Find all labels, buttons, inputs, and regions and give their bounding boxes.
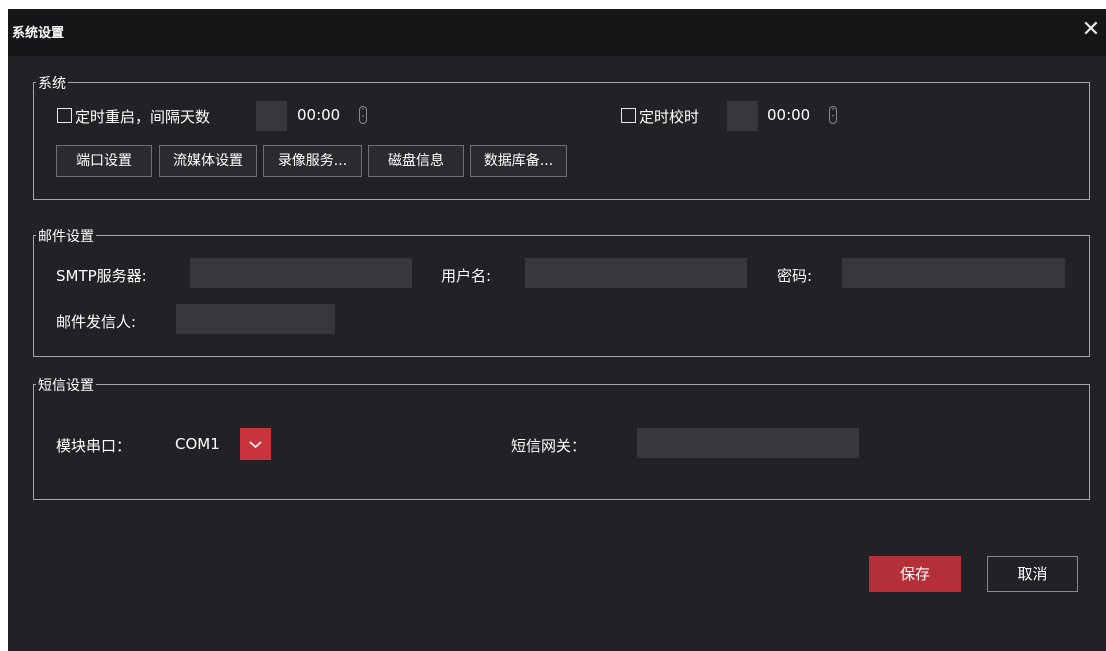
mail-legend: 邮件设置 [36, 226, 96, 246]
sms-gateway-label: 短信网关： [511, 437, 587, 455]
username-label: 用户名: [441, 267, 492, 285]
smtp-label: SMTP服务器: [56, 267, 147, 285]
password-input[interactable] [842, 258, 1065, 288]
cancel-button[interactable]: 取消 [987, 556, 1078, 592]
title-bar: 系统设置 ✕ [8, 9, 1106, 56]
mail-group: 邮件设置 [33, 226, 1090, 357]
sender-input[interactable] [176, 304, 335, 334]
reboot-label: 定时重启，间隔天数 [75, 108, 211, 126]
reboot-time-spinner-icon[interactable]: ˄ ˅ [359, 106, 367, 124]
database-backup-button[interactable]: 数据库备... [470, 145, 567, 177]
timesync-checkbox[interactable] [621, 108, 636, 123]
reboot-checkbox[interactable] [57, 108, 72, 123]
reboot-days-input[interactable] [256, 101, 287, 131]
chevron-down-icon[interactable] [240, 428, 271, 460]
timesync-time-value[interactable]: 00:00 [767, 106, 810, 124]
sms-gateway-input[interactable] [637, 428, 859, 458]
reboot-time-value[interactable]: 00:00 [297, 106, 340, 124]
close-icon[interactable]: ✕ [1080, 19, 1102, 41]
timesync-label: 定时校时 [639, 108, 700, 126]
system-group: 系统 [33, 73, 1090, 200]
username-input[interactable] [525, 258, 747, 288]
system-settings-dialog: 系统设置 ✕ 系统 定时重启，间隔天数 00:00 ˄ ˅ 定时校时 00:00 … [8, 9, 1106, 651]
sender-label: 邮件发信人: [56, 313, 137, 331]
timesync-input[interactable] [727, 101, 758, 131]
timesync-time-spinner-icon[interactable]: ˄ ˅ [829, 106, 837, 124]
save-button[interactable]: 保存 [869, 556, 961, 592]
module-port-select[interactable]: COM1 [175, 435, 220, 453]
recording-service-button[interactable]: 录像服务... [263, 145, 362, 177]
port-settings-button[interactable]: 端口设置 [56, 145, 152, 177]
streaming-settings-button[interactable]: 流媒体设置 [159, 145, 257, 177]
smtp-server-input[interactable] [190, 258, 412, 288]
sms-legend: 短信设置 [36, 375, 96, 395]
module-port-label: 模块串口： [56, 437, 132, 455]
dialog-title: 系统设置 [12, 26, 65, 41]
system-legend: 系统 [36, 73, 68, 93]
password-label: 密码: [777, 267, 813, 285]
disk-info-button[interactable]: 磁盘信息 [368, 145, 464, 177]
